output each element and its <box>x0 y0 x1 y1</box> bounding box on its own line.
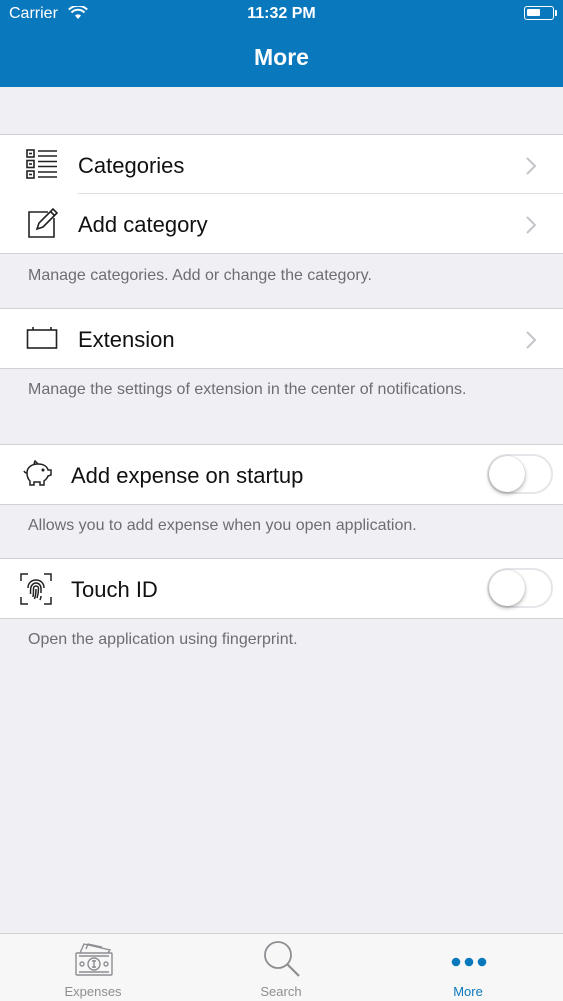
touch-id-footer: Open the application using fingerprint. <box>28 631 298 648</box>
categories-label: Categories <box>78 153 185 178</box>
touch-id-toggle[interactable] <box>487 568 553 608</box>
piggy-bank-icon <box>21 459 53 493</box>
nav-header: Carrier 11:32 PM More <box>0 0 563 87</box>
categories-row[interactable]: Categories <box>0 135 563 194</box>
tab-more-label: More <box>453 984 483 999</box>
tab-bar: Expenses Search More <box>0 933 563 1001</box>
edit-icon <box>26 206 60 245</box>
money-icon <box>72 939 116 984</box>
list-icon <box>25 148 59 185</box>
chevron-right-icon <box>526 216 537 239</box>
startup-group: Add expense on startup <box>0 444 563 505</box>
chevron-right-icon <box>526 157 537 180</box>
chevron-right-icon <box>526 331 537 354</box>
status-time: 11:32 PM <box>247 5 316 22</box>
status-bar: Carrier 11:32 PM <box>0 0 563 30</box>
tab-expenses[interactable]: Expenses <box>33 934 153 1001</box>
touch-id-row: Touch ID <box>0 559 563 618</box>
startup-label: Add expense on startup <box>71 463 304 488</box>
add-category-label: Add category <box>78 212 208 237</box>
extension-row[interactable]: Extension <box>0 309 563 368</box>
tab-search[interactable]: Search <box>221 934 341 1001</box>
startup-toggle[interactable] <box>487 454 553 494</box>
widget-icon <box>26 326 58 355</box>
tab-more[interactable]: More <box>408 934 528 1001</box>
touch-id-label: Touch ID <box>71 577 158 602</box>
touch-id-group: Touch ID <box>0 558 563 619</box>
more-dots-icon <box>451 954 487 972</box>
page-title: More <box>254 44 309 70</box>
categories-footer: Manage categories. Add or change the cat… <box>28 267 372 284</box>
magnifier-icon <box>262 939 302 984</box>
categories-group: Categories Add category <box>0 134 563 254</box>
battery-icon <box>524 6 557 20</box>
extension-label: Extension <box>78 327 175 352</box>
fingerprint-icon <box>19 572 53 611</box>
tab-search-label: Search <box>260 984 302 999</box>
extension-footer: Manage the settings of extension in the … <box>28 381 467 398</box>
startup-row: Add expense on startup <box>0 445 563 504</box>
tab-expenses-label: Expenses <box>64 984 122 999</box>
extension-group: Extension <box>0 308 563 369</box>
add-category-row[interactable]: Add category <box>0 194 563 253</box>
startup-footer: Allows you to add expense when you open … <box>28 517 417 534</box>
